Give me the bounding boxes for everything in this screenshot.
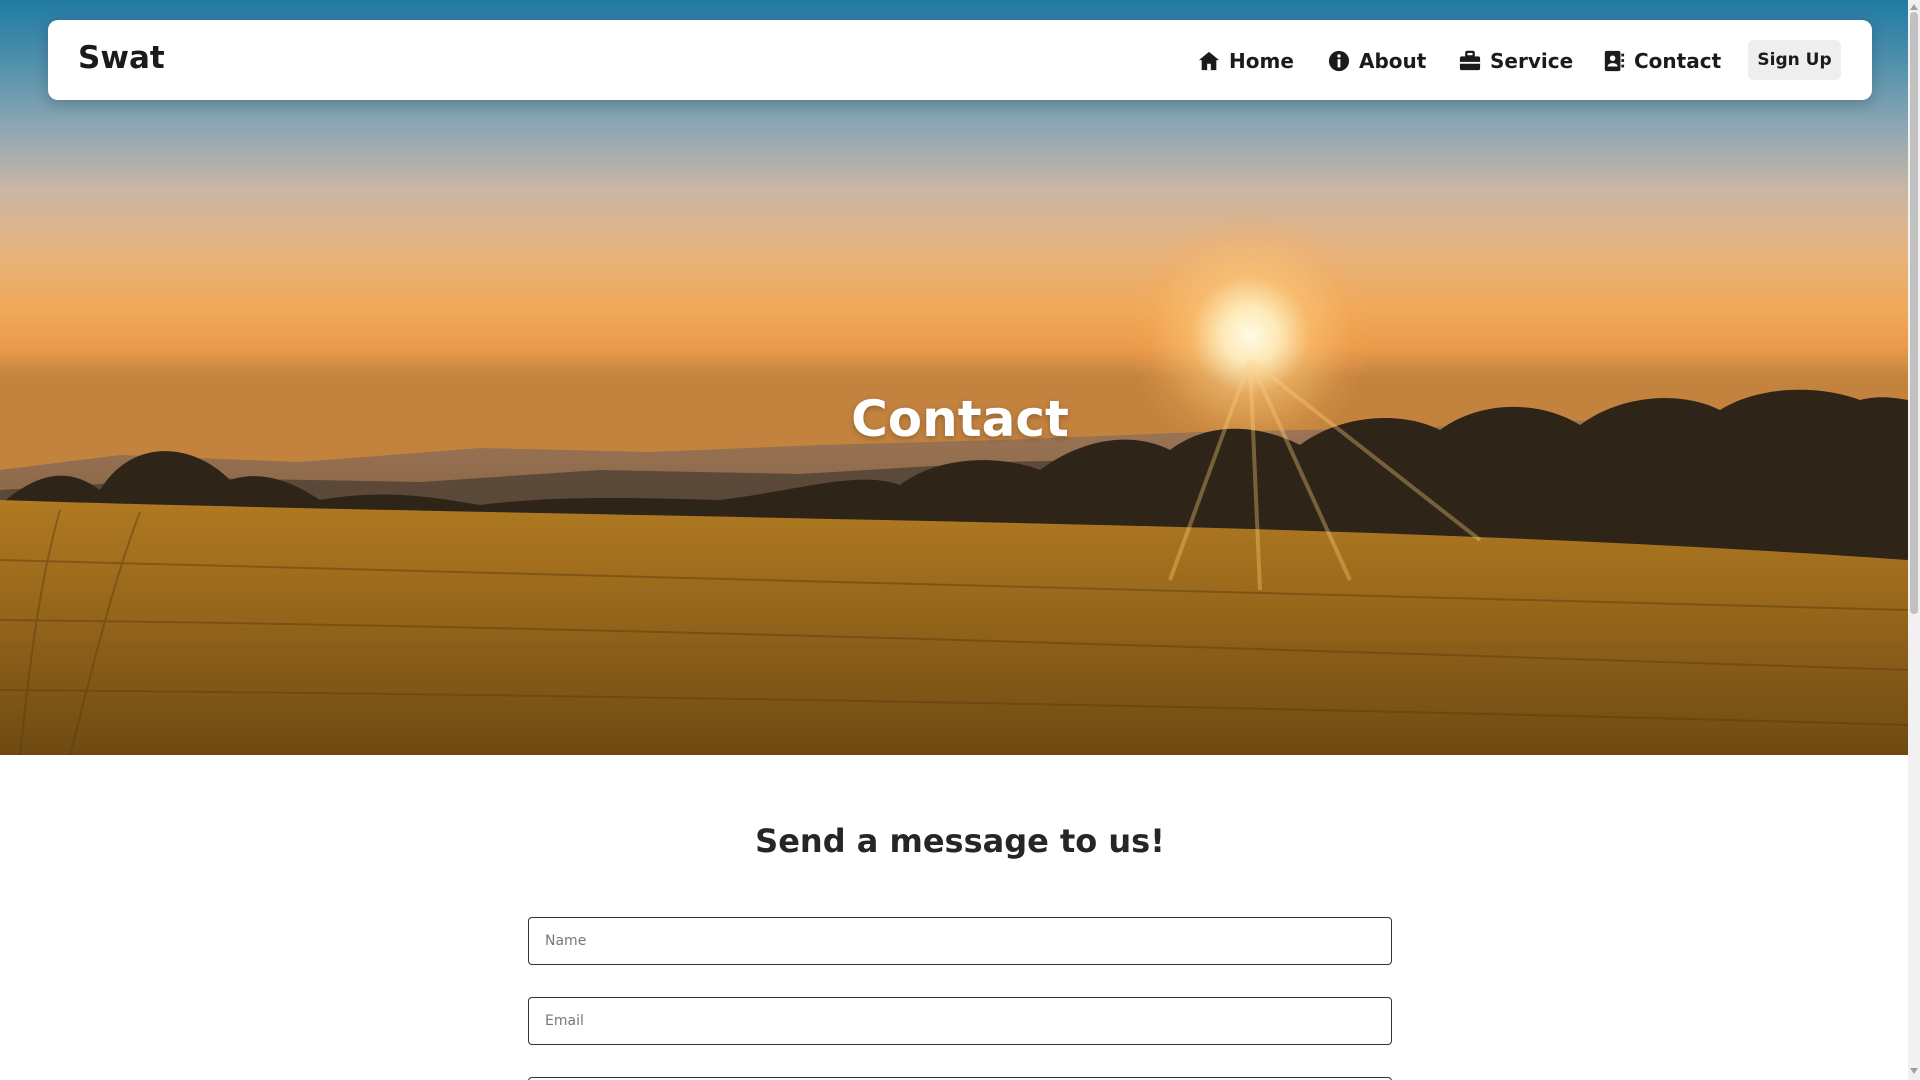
info-icon xyxy=(1328,50,1350,72)
nav-item-service[interactable]: Service xyxy=(1459,48,1573,74)
scroll-thumb[interactable] xyxy=(1910,12,1918,614)
navbar: Swat Home About Service Contact Sign Up xyxy=(48,20,1872,100)
signup-button[interactable]: Sign Up xyxy=(1748,40,1841,80)
scrollbar[interactable] xyxy=(1908,0,1920,1080)
landscape-image xyxy=(0,358,1908,755)
form-title: Send a message to us! xyxy=(755,822,1165,860)
briefcase-icon xyxy=(1459,50,1481,71)
nav-label-service: Service xyxy=(1490,49,1574,73)
address-book-icon xyxy=(1604,50,1625,72)
nav-item-about[interactable]: About xyxy=(1328,48,1426,74)
nav-label-contact: Contact xyxy=(1634,49,1722,73)
nav-item-contact[interactable]: Contact xyxy=(1603,48,1721,74)
nav-item-home[interactable]: Home xyxy=(1198,48,1294,74)
scroll-up-arrow-icon[interactable] xyxy=(1910,4,1918,10)
nav-label-about: About xyxy=(1359,49,1427,73)
nav-label-home: Home xyxy=(1229,49,1294,73)
home-icon xyxy=(1198,51,1220,71)
brand-logo[interactable]: Swat xyxy=(78,40,165,76)
hero-title: Contact xyxy=(851,390,1069,448)
scroll-down-arrow-icon[interactable] xyxy=(1910,1068,1918,1074)
email-input[interactable]: Email xyxy=(528,997,1392,1045)
name-input[interactable]: Name xyxy=(528,917,1392,965)
hero-banner: Contact xyxy=(0,0,1908,755)
